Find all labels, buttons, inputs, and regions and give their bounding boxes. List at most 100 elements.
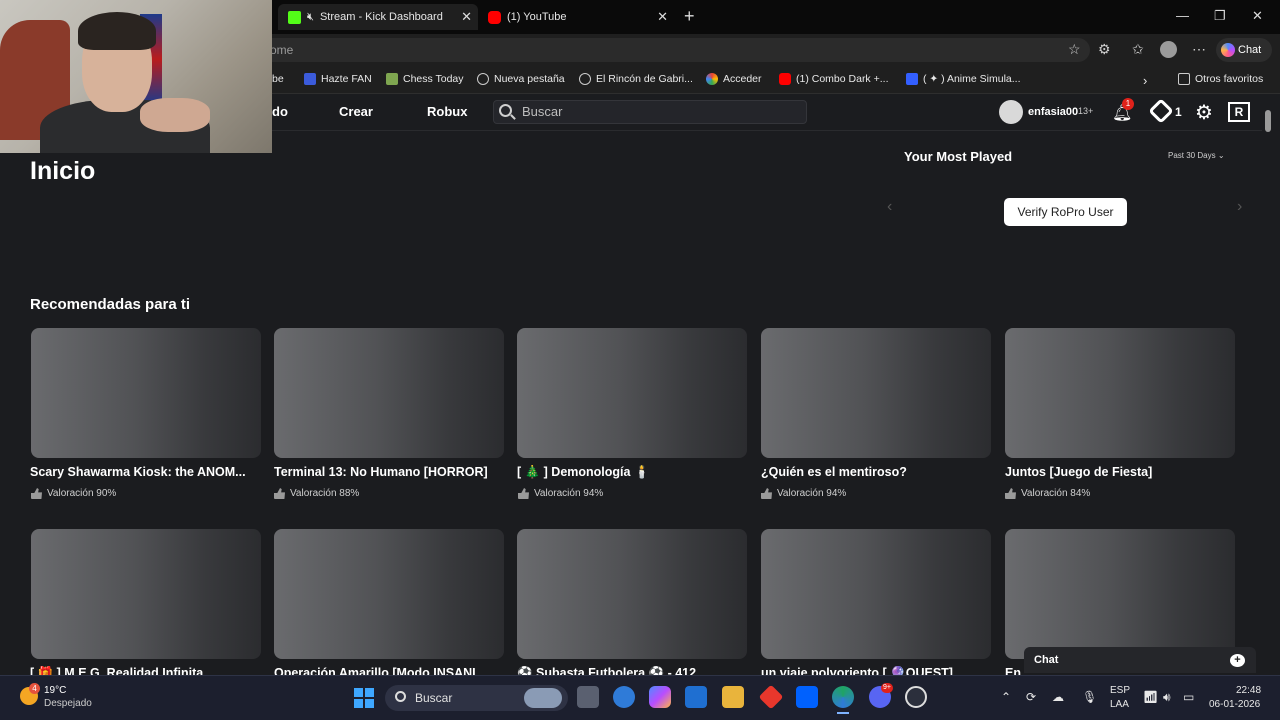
game-thumbnail[interactable]	[517, 328, 747, 458]
task-view-icon[interactable]	[577, 686, 599, 708]
game-title[interactable]: [ 🎄 ] Demonología 🕯️	[517, 465, 753, 480]
minimize-button[interactable]: —	[1176, 8, 1189, 23]
bookmark-anime-simula[interactable]: ( ✦ ) Anime Simula...	[906, 73, 1021, 85]
game-thumbnail[interactable]	[274, 529, 504, 659]
game-rating: Valoración 90%	[31, 488, 116, 499]
search-input[interactable]: Buscar	[493, 100, 807, 124]
address-bar[interactable]: ome	[230, 38, 1090, 62]
ropro-icon[interactable]: R	[1228, 102, 1250, 122]
bookmarks-overflow-chevron-icon[interactable]: ›	[1143, 73, 1147, 88]
dropbox-icon[interactable]	[796, 686, 818, 708]
game-title[interactable]: un viaje polvoriento [ 🔮QUEST]	[761, 666, 997, 675]
nav-link-robux[interactable]: Robux	[427, 104, 467, 119]
username[interactable]: enfasia00	[1028, 106, 1078, 118]
wifi-icon[interactable]: 📶︎	[1143, 690, 1158, 704]
nav-link-partial[interactable]: do	[272, 104, 288, 119]
game-thumbnail[interactable]	[1005, 529, 1235, 659]
bookmark-rincon[interactable]: El Rincón de Gabri...	[579, 73, 693, 85]
favorite-star-icon[interactable]: ☆	[1068, 41, 1081, 58]
more-menu-icon[interactable]: ⋯	[1192, 41, 1206, 58]
game-thumbnail[interactable]	[761, 328, 991, 458]
close-tab-icon[interactable]: ✕	[657, 9, 668, 25]
tray-chevron-up-icon[interactable]: ⌃	[1001, 690, 1011, 704]
rating-text: Valoración 84%	[1021, 488, 1091, 499]
scrollbar-thumb[interactable]	[1265, 110, 1271, 132]
game-title[interactable]: ¿Quién es el mentiroso?	[761, 465, 997, 479]
age-badge: 13+	[1078, 106, 1094, 116]
tab-kick-dashboard[interactable]: 🔇︎ Stream - Kick Dashboard ✕	[278, 4, 478, 30]
game-rating: Valoración 88%	[274, 488, 359, 499]
new-tab-button[interactable]: +	[684, 6, 695, 27]
battery-icon[interactable]: ▭	[1183, 690, 1194, 704]
sync-icon[interactable]: ⟳	[1026, 690, 1036, 704]
language-bottom[interactable]: LAA	[1110, 699, 1129, 710]
maximize-button[interactable]: ❐	[1214, 8, 1226, 24]
file-explorer-icon[interactable]	[722, 686, 744, 708]
chess-pawn-icon	[386, 73, 398, 85]
recommended-title: Recomendadas para ti	[30, 296, 191, 313]
user-avatar[interactable]	[999, 100, 1023, 124]
chevron-left-icon[interactable]: ‹	[887, 198, 892, 216]
range-label: Past 30 Days	[1168, 151, 1216, 160]
mute-icon[interactable]: 🔇︎	[307, 11, 314, 24]
profile-avatar[interactable]	[1160, 41, 1177, 58]
bookmark-hazte-fan[interactable]: Hazte FAN	[304, 73, 372, 85]
chevron-down-icon: ⌄	[1217, 151, 1225, 160]
obs-icon[interactable]	[905, 686, 927, 708]
bookmark-other-favorites[interactable]: Otros favoritos	[1178, 73, 1263, 85]
search-icon	[499, 104, 512, 117]
close-window-button[interactable]: ✕	[1252, 8, 1263, 24]
scrollbar[interactable]	[1262, 95, 1280, 675]
weather-temp[interactable]: 19°C	[44, 685, 66, 696]
game-thumbnail[interactable]	[761, 529, 991, 659]
verify-ropro-button[interactable]: Verify RoPro User	[1004, 198, 1127, 226]
settings-gear-icon[interactable]: ⚙	[1195, 100, 1213, 125]
search-highlight-image[interactable]	[524, 688, 562, 708]
clock-date[interactable]: 06-01-2026	[1209, 699, 1260, 710]
game-thumbnail[interactable]	[31, 328, 261, 458]
microphone-icon[interactable]: 🎙︎	[1082, 690, 1097, 704]
rating-text: Valoración 94%	[534, 488, 604, 499]
game-thumbnail[interactable]	[274, 328, 504, 458]
store-icon[interactable]	[685, 686, 707, 708]
chat-add-icon[interactable]: +	[1230, 654, 1245, 667]
discord-badge: 9+	[881, 683, 893, 693]
edge-icon[interactable]	[613, 686, 635, 708]
edge-browser-active-icon[interactable]	[832, 686, 854, 708]
bookmark-youtube[interactable]: be	[272, 73, 284, 85]
address-text: ome	[270, 43, 294, 57]
close-tab-icon[interactable]: ✕	[461, 9, 472, 25]
bookmark-chess-today[interactable]: Chess Today	[386, 73, 464, 85]
clock-time[interactable]: 22:48	[1236, 685, 1261, 696]
game-thumbnail[interactable]	[517, 529, 747, 659]
onedrive-icon[interactable]: ☁	[1052, 690, 1064, 704]
extensions-icon[interactable]: ⚙︎	[1098, 41, 1111, 58]
bookmark-new-tab[interactable]: Nueva pestaña	[477, 73, 565, 85]
chat-widget[interactable]: Chat	[1024, 647, 1256, 673]
game-title[interactable]: Terminal 13: No Humano [HORROR]	[274, 465, 510, 479]
game-title[interactable]: En	[1005, 666, 1025, 675]
tab-youtube[interactable]: (1) YouTube ✕	[478, 4, 674, 30]
notification-badge: 1	[1122, 98, 1134, 110]
copilot-chat-button[interactable]: Chat	[1216, 38, 1272, 62]
game-title[interactable]: [ 🎁 ] M.E.G. Realidad Infinita	[30, 666, 266, 675]
weather-desc[interactable]: Despejado	[44, 698, 92, 709]
game-thumbnail[interactable]	[31, 529, 261, 659]
bookmark-label: Chess Today	[403, 73, 464, 85]
nav-link-create[interactable]: Crear	[339, 104, 373, 119]
youtube-icon	[488, 10, 501, 24]
game-title[interactable]: ⚽ Subasta Futbolera ⚽ - 412	[517, 666, 753, 675]
volume-icon[interactable]: 🔊︎	[1163, 690, 1171, 705]
bookmark-acceder[interactable]: Acceder	[706, 73, 762, 85]
windows-start-icon[interactable]	[354, 688, 374, 708]
bookmark-combo-dark[interactable]: (1) Combo Dark +...	[779, 73, 889, 85]
language-top[interactable]: ESP	[1110, 685, 1130, 696]
chevron-right-icon[interactable]: ›	[1237, 198, 1242, 216]
copilot-icon[interactable]	[649, 686, 671, 708]
most-played-range-dropdown[interactable]: Past 30 Days ⌄	[1168, 151, 1225, 160]
game-title[interactable]: Operación Amarillo [Modo INSANI	[274, 666, 510, 675]
game-thumbnail[interactable]	[1005, 328, 1235, 458]
favorites-icon[interactable]: ✩	[1132, 41, 1144, 58]
game-title[interactable]: Scary Shawarma Kiosk: the ANOM...	[30, 465, 256, 479]
game-title[interactable]: Juntos [Juego de Fiesta]	[1005, 465, 1241, 479]
